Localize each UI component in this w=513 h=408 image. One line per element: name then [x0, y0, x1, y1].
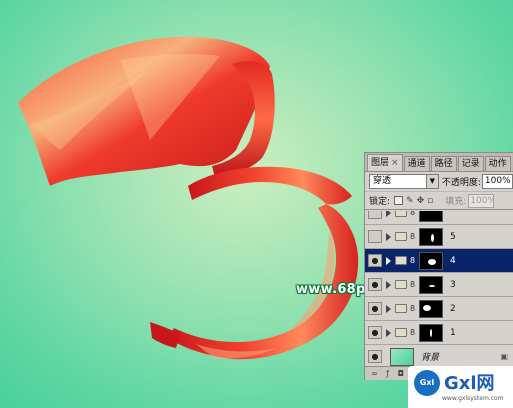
- tab-label: 动作: [488, 159, 507, 169]
- layer-thumbnail: [390, 347, 414, 366]
- layer-thumbnail: [419, 275, 443, 294]
- folder-icon: [395, 328, 407, 337]
- layer-name[interactable]: 2: [450, 304, 456, 314]
- tab-label: 通道: [407, 159, 426, 169]
- chevron-down-icon[interactable]: ▼: [425, 175, 438, 188]
- eye-icon[interactable]: ●: [368, 278, 382, 291]
- expand-triangle-icon[interactable]: [386, 328, 391, 337]
- tab-label: 图层: [371, 158, 390, 168]
- eye-icon[interactable]: [368, 211, 382, 219]
- folder-icon: [395, 280, 407, 289]
- layers-panel: 图层 × 通道 路径 记录 动作 穿透 ▼ 不透明度: 100% 锁定: ✎ ✥ ▫…: [364, 152, 513, 380]
- logo-text: Gxl网: [444, 373, 495, 394]
- lock-transparency-checkbox[interactable]: [394, 196, 404, 205]
- opacity-input[interactable]: 100%: [481, 174, 513, 189]
- blend-mode-value: 穿透: [373, 176, 392, 186]
- layer-style-icon[interactable]: ƒ: [386, 369, 392, 378]
- layer-name[interactable]: 5: [450, 232, 456, 242]
- eye-icon[interactable]: ●: [368, 302, 382, 315]
- tab-channels[interactable]: 通道: [403, 156, 430, 171]
- link-icon: 8: [410, 256, 416, 265]
- layer-name[interactable]: 4: [450, 256, 456, 266]
- brush-icon[interactable]: ✎: [406, 196, 414, 206]
- ribbon-lower-tail: [150, 322, 180, 348]
- layer-row-4[interactable]: ● 8 4: [365, 249, 513, 273]
- site-logo: Gxl Gxl网 www.gxlsystem.com: [408, 366, 513, 408]
- tab-label: 路径: [434, 159, 453, 169]
- eye-icon[interactable]: ●: [368, 326, 382, 339]
- layer-thumbnail: [419, 227, 443, 246]
- layer-row-2[interactable]: ● 8 2: [365, 297, 513, 321]
- layer-thumbnail: [419, 323, 443, 342]
- link-layers-icon[interactable]: ∞: [371, 369, 381, 378]
- tab-label: 记录: [461, 159, 480, 169]
- tab-layers[interactable]: 图层 ×: [367, 154, 403, 171]
- logo-mark: Gxl: [414, 370, 440, 396]
- layer-row-1[interactable]: ● 8 1: [365, 321, 513, 345]
- lock-icon: ▣: [500, 352, 508, 361]
- link-icon: 8: [410, 211, 416, 217]
- folder-icon: [395, 304, 407, 313]
- opacity-label: 不透明度:: [441, 178, 481, 188]
- eye-icon[interactable]: [368, 230, 382, 243]
- expand-triangle-icon[interactable]: [386, 280, 391, 289]
- layer-thumbnail: [419, 211, 443, 222]
- layer-name[interactable]: 1: [450, 328, 456, 338]
- fill-input[interactable]: 100%: [468, 193, 495, 208]
- lock-label: 锁定:: [369, 197, 391, 207]
- layer-name[interactable]: 3: [450, 280, 456, 290]
- lock-icon[interactable]: ▫: [427, 196, 433, 206]
- expand-triangle-icon[interactable]: [386, 256, 391, 265]
- blend-opacity-row: 穿透 ▼ 不透明度: 100%: [365, 172, 513, 192]
- link-icon: 8: [410, 280, 416, 289]
- folder-icon: [395, 256, 407, 265]
- link-icon: 8: [410, 304, 416, 313]
- lock-fill-row: 锁定: ✎ ✥ ▫ 填充: 100%: [365, 192, 513, 210]
- blend-mode-select[interactable]: 穿透 ▼: [369, 174, 439, 189]
- layer-row-3[interactable]: ● 8 3: [365, 273, 513, 297]
- eye-icon[interactable]: ●: [368, 350, 382, 363]
- layer-thumbnail: [419, 299, 443, 318]
- tab-paths[interactable]: 路径: [430, 156, 457, 171]
- tab-history[interactable]: 记录: [457, 156, 484, 171]
- expand-triangle-icon[interactable]: [386, 232, 391, 241]
- layer-list: 8 8 5 ● 8 4 ● 8 3 ● 8 2 ● 8 1 ● 背景 ▣: [365, 211, 513, 367]
- layer-row-5[interactable]: 8 5: [365, 225, 513, 249]
- eye-icon[interactable]: ●: [368, 254, 382, 267]
- mask-icon[interactable]: ◘: [398, 369, 407, 378]
- logo-url: www.gxlsystem.com: [442, 395, 504, 402]
- folder-icon: [395, 211, 407, 217]
- ribbon-middle-band: [188, 166, 352, 205]
- folder-icon: [395, 232, 407, 241]
- layer-row-partial[interactable]: 8: [365, 211, 513, 225]
- tab-actions[interactable]: 动作: [484, 156, 511, 171]
- expand-triangle-icon[interactable]: [386, 304, 391, 313]
- fill-label: 填充:: [445, 197, 467, 207]
- close-icon[interactable]: ×: [391, 158, 399, 168]
- panel-tabs: 图层 × 通道 路径 记录 动作: [365, 153, 513, 172]
- move-icon[interactable]: ✥: [417, 196, 425, 206]
- layer-row-background[interactable]: ● 背景 ▣: [365, 345, 513, 367]
- layer-name[interactable]: 背景: [421, 350, 439, 363]
- link-icon: 8: [410, 328, 416, 337]
- layer-thumbnail: [419, 251, 443, 270]
- link-icon: 8: [410, 232, 416, 241]
- expand-triangle-icon[interactable]: [386, 211, 391, 217]
